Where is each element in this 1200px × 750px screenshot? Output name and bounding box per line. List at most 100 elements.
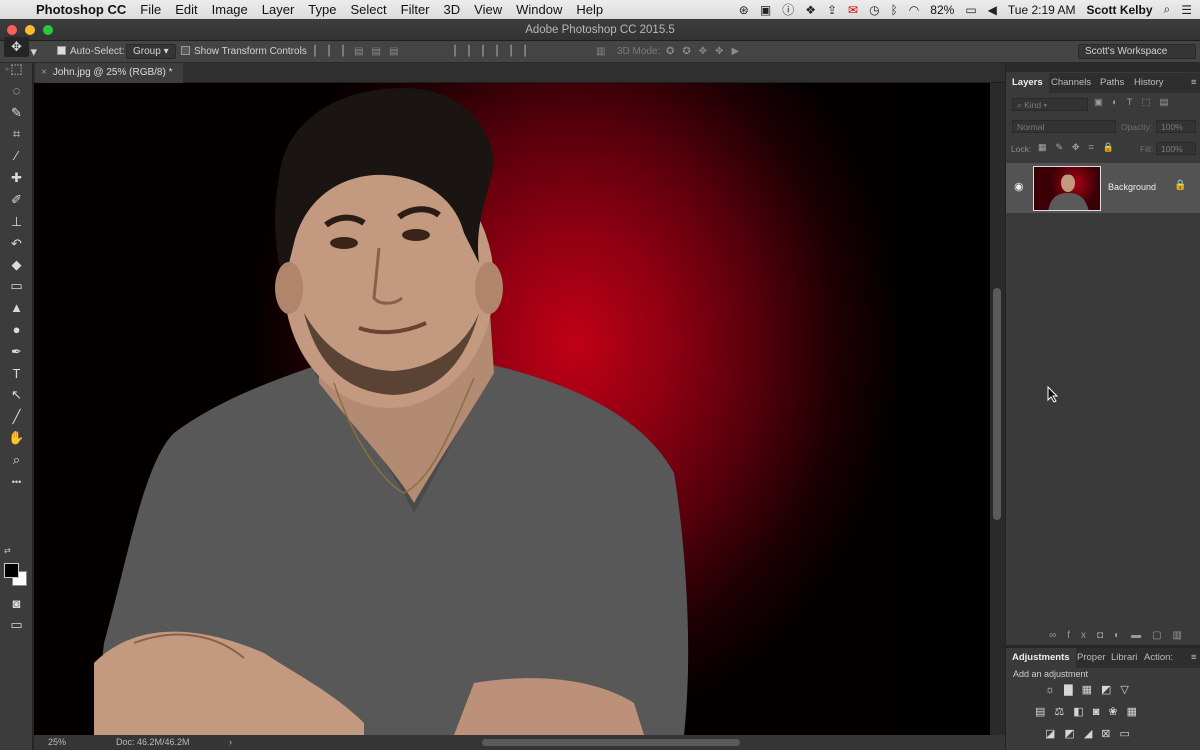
pen-icon[interactable]: ✒ <box>4 342 29 362</box>
tab-properties[interactable]: Proper <box>1077 648 1106 668</box>
blend-mode-select[interactable]: Normal <box>1012 120 1116 133</box>
tab-layers[interactable]: Layers <box>1006 73 1049 93</box>
filter-pixel-icon[interactable]: ▣ <box>1094 97 1103 108</box>
workspace-switcher[interactable]: Scott's Workspace <box>1078 41 1196 63</box>
gradient-map-icon[interactable]: ▭ <box>1120 728 1139 740</box>
filter-adjustment-icon[interactable]: ◐ <box>1112 97 1118 108</box>
invert-icon[interactable]: ◪ <box>1045 728 1064 740</box>
history-brush-icon[interactable]: ↶ <box>4 234 29 254</box>
menu-select[interactable]: Select <box>350 2 386 17</box>
upload-icon[interactable]: ⇪ <box>827 3 837 17</box>
layer-filter-kind[interactable]: ⌕ Kind ▾ <box>1012 98 1088 111</box>
menu-edit[interactable]: Edit <box>175 2 197 17</box>
gradient-icon[interactable]: ▭ <box>4 276 29 296</box>
close-window-button[interactable] <box>7 25 17 35</box>
menu-window[interactable]: Window <box>516 2 562 17</box>
dodge-icon[interactable]: ● <box>4 320 29 340</box>
quick-mask-icon[interactable]: ◙ <box>4 594 29 614</box>
stamp-icon[interactable]: ⊥ <box>4 212 29 232</box>
volume-icon[interactable]: ◀ <box>988 3 997 17</box>
color-balance-icon[interactable]: ⚖ <box>1054 706 1073 718</box>
wifi-icon[interactable]: ◠ <box>909 3 919 17</box>
menu-view[interactable]: View <box>474 2 502 17</box>
tab-paths[interactable]: Paths <box>1100 73 1124 93</box>
new-adjustment-icon[interactable]: ◐ <box>1114 630 1131 641</box>
horizontal-scroll-thumb[interactable] <box>482 739 740 746</box>
camera-icon[interactable]: ▣ <box>760 3 771 17</box>
lasso-icon[interactable]: ◌ <box>4 81 29 101</box>
zoom-level[interactable]: 25% <box>48 735 66 750</box>
zoom-icon[interactable]: ⌕ <box>4 450 29 470</box>
notification-center-icon[interactable]: ☰ <box>1181 3 1192 17</box>
menu-clock[interactable]: Tue 2:19 AM <box>1008 3 1076 17</box>
battery-icon[interactable]: ▭ <box>965 3 976 17</box>
show-transform-checkbox[interactable] <box>181 46 190 55</box>
auto-align-icon[interactable]: ▥ <box>596 41 613 63</box>
document-tab[interactable]: × John.jpg @ 25% (RGB/8) * <box>35 63 183 83</box>
minimize-window-button[interactable] <box>25 25 35 35</box>
move-icon[interactable]: ✥ <box>4 37 29 57</box>
quick-select-icon[interactable]: ✎ <box>4 103 29 123</box>
eraser-icon[interactable]: ◆ <box>4 255 29 275</box>
close-tab-icon[interactable]: × <box>41 67 47 78</box>
status-menu-arrow-icon[interactable]: › <box>229 735 232 750</box>
tab-libraries[interactable]: Librari <box>1111 648 1137 668</box>
black-white-icon[interactable]: ◧ <box>1073 706 1092 718</box>
info-icon[interactable]: ⓘ <box>782 1 794 18</box>
crop-icon[interactable]: ⌗ <box>4 124 29 144</box>
tab-actions[interactable]: Action: <box>1144 648 1173 668</box>
user-name[interactable]: Scott Kelby <box>1086 3 1152 17</box>
layer-name[interactable]: Background <box>1108 182 1156 192</box>
menu-image[interactable]: Image <box>212 2 248 17</box>
lock-icons[interactable]: ▦✎✥⌗🔒 <box>1038 142 1123 153</box>
fill-field[interactable]: 100% <box>1156 142 1196 155</box>
show-transform-toggle[interactable]: Show Transform Controls <box>181 41 307 63</box>
threshold-icon[interactable]: ◢ <box>1084 728 1101 740</box>
healing-icon[interactable]: ✚ <box>4 168 29 188</box>
auto-select-dropdown[interactable]: Group ▾ <box>126 41 176 63</box>
filter-shape-icon[interactable]: ⬚ <box>1142 97 1151 108</box>
hand-icon[interactable]: ✋ <box>4 428 29 448</box>
layer-thumbnail[interactable] <box>1033 166 1101 211</box>
photo-filter-icon[interactable]: ◙ <box>1093 706 1109 718</box>
menu-layer[interactable]: Layer <box>262 2 295 17</box>
document-canvas[interactable] <box>34 83 990 735</box>
color-lookup-icon[interactable]: ▦ <box>1127 706 1146 718</box>
app-menu[interactable]: Photoshop CC <box>36 2 126 17</box>
new-group-icon[interactable]: ▬ <box>1131 630 1152 641</box>
curves-icon[interactable]: ▦ <box>1082 684 1101 696</box>
swap-colors-icon[interactable]: ⇄ <box>4 546 11 555</box>
layer-row-background[interactable]: ◉ Background 🔒 <box>1006 163 1200 213</box>
channel-mixer-icon[interactable]: ❀ <box>1108 706 1126 718</box>
link-layers-icon[interactable]: ∞ <box>1049 630 1067 641</box>
filter-type-icon[interactable]: T <box>1127 97 1133 108</box>
zoom-window-button[interactable] <box>43 25 53 35</box>
panel-menu-icon[interactable]: ≡ <box>1191 73 1197 93</box>
more-tools-icon[interactable]: ••• <box>4 472 29 492</box>
hue-saturation-icon[interactable]: ▤ <box>1035 706 1054 718</box>
screen-mode-icon[interactable]: ▭ <box>4 615 29 635</box>
spotlight-search-icon[interactable]: ⌕ <box>1164 2 1171 17</box>
eyedropper-icon[interactable]: ⁄ <box>4 146 29 166</box>
marquee-icon[interactable]: ⬚ <box>4 59 29 79</box>
path-select-icon[interactable]: ↖ <box>4 385 29 405</box>
line-icon[interactable]: ╱ <box>4 407 29 427</box>
bluetooth-icon[interactable]: ᛒ <box>891 3 898 17</box>
add-mask-icon[interactable]: ◘ <box>1097 630 1114 641</box>
new-layer-icon[interactable]: ▢ <box>1152 630 1172 641</box>
tab-channels[interactable]: Channels <box>1051 73 1091 93</box>
3d-mode-icons[interactable]: ✪✪✥✥▶ <box>666 41 747 63</box>
vibrance-icon[interactable]: ▽ <box>1120 684 1137 696</box>
vertical-scroll-thumb[interactable] <box>993 288 1001 520</box>
tab-adjustments[interactable]: Adjustments <box>1006 648 1076 668</box>
filter-smart-object-icon[interactable]: ▤ <box>1160 97 1169 108</box>
vertical-scrollbar[interactable] <box>990 83 1005 735</box>
blur-icon[interactable]: ▲ <box>4 298 29 318</box>
time-machine-icon[interactable]: ◷ <box>869 3 879 17</box>
menu-3d[interactable]: 3D <box>444 2 461 17</box>
dropbox-icon[interactable]: ❖ <box>805 3 816 17</box>
foreground-color-swatch[interactable] <box>4 563 19 578</box>
adjustments-menu-icon[interactable]: ≡ <box>1191 648 1197 668</box>
align-icons[interactable]: ┃┃┃▤▤▤ <box>312 41 406 63</box>
brightness-contrast-icon[interactable]: ☼ <box>1045 684 1064 696</box>
